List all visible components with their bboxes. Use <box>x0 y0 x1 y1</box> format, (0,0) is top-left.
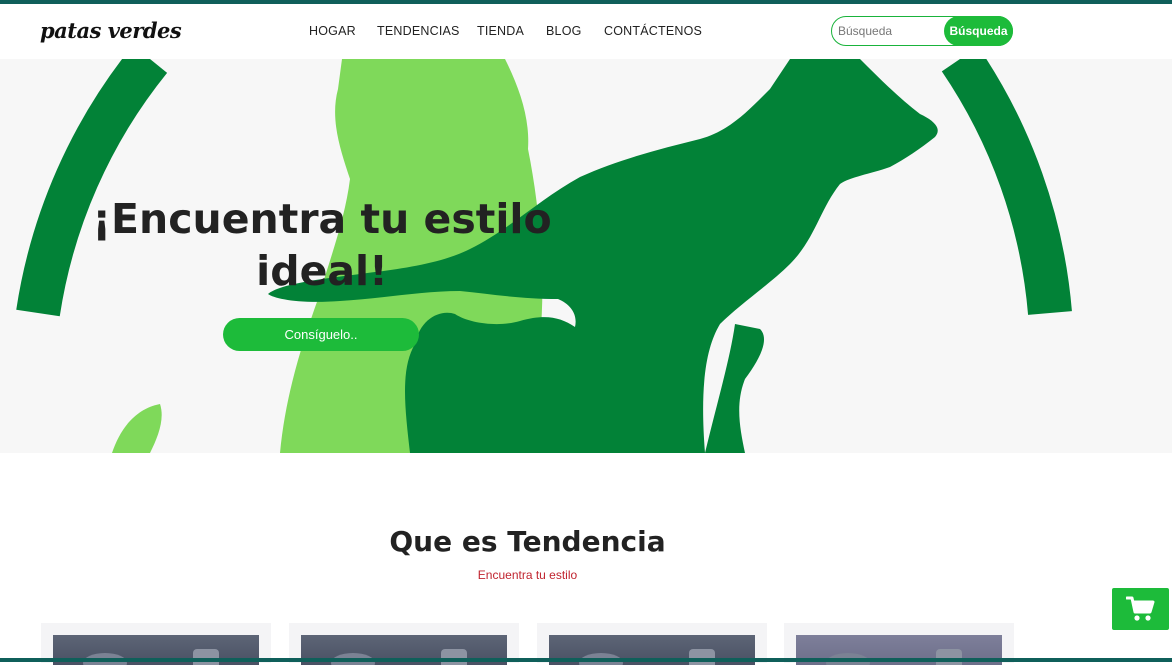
cart-icon <box>1126 596 1155 621</box>
brand-logo[interactable]: patas verdes <box>40 18 182 43</box>
trending-subtitle: Encuentra tu estilo <box>477 568 578 582</box>
search-input[interactable] <box>838 22 944 40</box>
trending-title: Que es Tendencia <box>389 525 666 558</box>
product-card[interactable] <box>537 623 767 665</box>
nav-item-blog[interactable]: BLOG <box>546 24 582 38</box>
hero-title: ¡Encuentra tu estilo ideal! <box>80 193 564 297</box>
nav-item-contact[interactable]: CONTÁCTENOS <box>604 24 702 38</box>
hero-banner: ¡Encuentra tu estilo ideal! Consíguelo.. <box>0 59 1172 453</box>
hero-title-line2: ideal! <box>256 247 388 295</box>
site-header: patas verdes HOGAR TENDENCIAS TIENDA BLO… <box>0 4 1172 59</box>
nav-item-trends[interactable]: TENDENCIAS <box>377 24 460 38</box>
get-it-button[interactable]: Consíguelo.. <box>223 318 419 351</box>
hero-light-tail <box>112 404 162 453</box>
product-card[interactable] <box>41 623 271 665</box>
hero-title-line1: ¡Encuentra tu estilo <box>92 195 552 243</box>
hero-arc-right <box>941 59 1072 315</box>
cart-button[interactable] <box>1112 588 1169 630</box>
search-form: Búsqueda <box>831 16 1013 46</box>
search-button[interactable]: Búsqueda <box>944 16 1013 46</box>
product-card[interactable] <box>289 623 519 665</box>
nav-item-shop[interactable]: TIENDA <box>477 24 524 38</box>
product-card[interactable] <box>784 623 1014 665</box>
nav-item-home[interactable]: HOGAR <box>309 24 356 38</box>
bottom-border <box>0 658 1172 662</box>
